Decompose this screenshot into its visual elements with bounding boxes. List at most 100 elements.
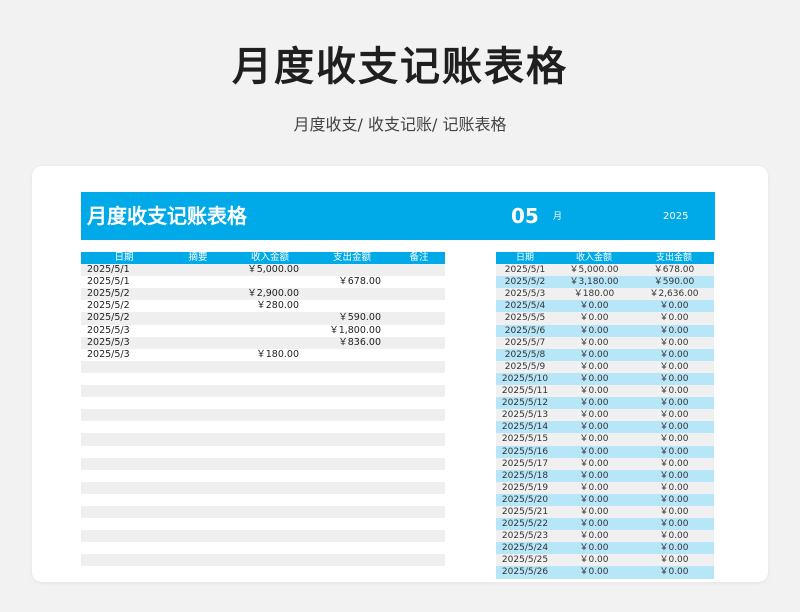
- summary-cell-expense[interactable]: ￥2,636.00: [634, 288, 714, 300]
- summary-row[interactable]: 2025/5/3 ￥180.00 ￥2,636.00: [496, 288, 714, 301]
- ledger-cell-date[interactable]: 2025/5/3: [81, 325, 167, 337]
- summary-cell-expense[interactable]: ￥0.00: [634, 385, 714, 397]
- summary-cell-expense[interactable]: ￥0.00: [634, 506, 714, 518]
- ledger-cell-expense[interactable]: [311, 397, 393, 409]
- summary-cell-date[interactable]: 2025/5/8: [496, 349, 554, 361]
- ledger-cell-summary[interactable]: [167, 470, 229, 482]
- summary-cell-date[interactable]: 2025/5/14: [496, 421, 554, 433]
- ledger-cell-date[interactable]: 2025/5/2: [81, 288, 167, 300]
- ledger-row[interactable]: 2025/5/1 ￥678.00: [81, 276, 445, 289]
- summary-cell-date[interactable]: 2025/5/4: [496, 300, 554, 312]
- ledger-cell-income[interactable]: [229, 518, 311, 530]
- ledger-cell-note[interactable]: [393, 554, 445, 566]
- ledger-cell-date[interactable]: [81, 470, 167, 482]
- summary-row[interactable]: 2025/5/5 ￥0.00 ￥0.00: [496, 312, 714, 325]
- summary-cell-income[interactable]: ￥0.00: [554, 312, 634, 324]
- ledger-cell-note[interactable]: [393, 566, 445, 578]
- ledger-cell-summary[interactable]: [167, 300, 229, 312]
- ledger-cell-summary[interactable]: [167, 264, 229, 276]
- summary-row[interactable]: 2025/5/12 ￥0.00 ￥0.00: [496, 397, 714, 410]
- ledger-cell-summary[interactable]: [167, 337, 229, 349]
- summary-cell-expense[interactable]: ￥0.00: [634, 312, 714, 324]
- summary-cell-date[interactable]: 2025/5/15: [496, 433, 554, 445]
- ledger-cell-income[interactable]: [229, 397, 311, 409]
- summary-row[interactable]: 2025/5/7 ￥0.00 ￥0.00: [496, 336, 714, 349]
- ledger-cell-summary[interactable]: [167, 433, 229, 445]
- summary-cell-income[interactable]: ￥0.00: [554, 470, 634, 482]
- ledger-cell-summary[interactable]: [167, 312, 229, 324]
- ledger-cell-note[interactable]: [393, 506, 445, 518]
- ledger-cell-date[interactable]: 2025/5/3: [81, 349, 167, 361]
- ledger-cell-expense[interactable]: [311, 482, 393, 494]
- ledger-cell-note[interactable]: [393, 385, 445, 397]
- summary-cell-expense[interactable]: ￥0.00: [634, 409, 714, 421]
- ledger-cell-summary[interactable]: [167, 458, 229, 470]
- ledger-row[interactable]: 2025/5/3 ￥1,800.00: [81, 324, 445, 337]
- summary-cell-date[interactable]: 2025/5/1: [496, 264, 554, 276]
- ledger-row[interactable]: [81, 457, 445, 470]
- summary-cell-expense[interactable]: ￥0.00: [634, 397, 714, 409]
- ledger-row[interactable]: [81, 445, 445, 458]
- ledger-cell-note[interactable]: [393, 482, 445, 494]
- ledger-cell-date[interactable]: [81, 554, 167, 566]
- ledger-cell-income[interactable]: ￥280.00: [229, 300, 311, 312]
- ledger-cell-date[interactable]: [81, 446, 167, 458]
- summary-row[interactable]: 2025/5/11 ￥0.00 ￥0.00: [496, 385, 714, 398]
- ledger-cell-date[interactable]: [81, 494, 167, 506]
- summary-cell-date[interactable]: 2025/5/21: [496, 506, 554, 518]
- summary-cell-date[interactable]: 2025/5/17: [496, 458, 554, 470]
- ledger-cell-income[interactable]: ￥180.00: [229, 349, 311, 361]
- ledger-cell-summary[interactable]: [167, 361, 229, 373]
- ledger-cell-income[interactable]: [229, 373, 311, 385]
- ledger-cell-income[interactable]: [229, 542, 311, 554]
- summary-cell-expense[interactable]: ￥0.00: [634, 530, 714, 542]
- summary-cell-expense[interactable]: ￥0.00: [634, 446, 714, 458]
- ledger-cell-expense[interactable]: [311, 494, 393, 506]
- summary-cell-income[interactable]: ￥0.00: [554, 530, 634, 542]
- ledger-cell-income[interactable]: [229, 446, 311, 458]
- summary-cell-income[interactable]: ￥0.00: [554, 325, 634, 337]
- summary-row[interactable]: 2025/5/18 ￥0.00 ￥0.00: [496, 469, 714, 482]
- ledger-cell-expense[interactable]: [311, 470, 393, 482]
- ledger-cell-summary[interactable]: [167, 288, 229, 300]
- ledger-row[interactable]: [81, 385, 445, 398]
- ledger-cell-expense[interactable]: [311, 554, 393, 566]
- summary-cell-income[interactable]: ￥180.00: [554, 288, 634, 300]
- ledger-cell-income[interactable]: [229, 361, 311, 373]
- ledger-row[interactable]: [81, 505, 445, 519]
- summary-cell-income[interactable]: ￥0.00: [554, 409, 634, 421]
- ledger-cell-note[interactable]: [393, 494, 445, 506]
- ledger-cell-income[interactable]: [229, 470, 311, 482]
- ledger-cell-expense[interactable]: [311, 300, 393, 312]
- summary-row[interactable]: 2025/5/16 ￥0.00 ￥0.00: [496, 445, 714, 458]
- summary-cell-date[interactable]: 2025/5/3: [496, 288, 554, 300]
- ledger-cell-summary[interactable]: [167, 409, 229, 421]
- ledger-cell-date[interactable]: [81, 409, 167, 421]
- ledger-cell-expense[interactable]: ￥590.00: [311, 312, 393, 324]
- summary-cell-date[interactable]: 2025/5/6: [496, 325, 554, 337]
- summary-cell-income[interactable]: ￥0.00: [554, 494, 634, 506]
- ledger-row[interactable]: 2025/5/2 ￥590.00: [81, 312, 445, 325]
- ledger-cell-summary[interactable]: [167, 421, 229, 433]
- ledger-row[interactable]: 2025/5/2 ￥2,900.00: [81, 288, 445, 301]
- summary-cell-date[interactable]: 2025/5/9: [496, 361, 554, 373]
- ledger-cell-income[interactable]: [229, 494, 311, 506]
- summary-cell-income[interactable]: ￥5,000.00: [554, 264, 634, 276]
- ledger-cell-expense[interactable]: [311, 446, 393, 458]
- ledger-row[interactable]: [81, 397, 445, 410]
- ledger-cell-summary[interactable]: [167, 325, 229, 337]
- ledger-cell-income[interactable]: [229, 530, 311, 542]
- summary-cell-income[interactable]: ￥0.00: [554, 361, 634, 373]
- ledger-cell-income[interactable]: ￥5,000.00: [229, 264, 311, 276]
- summary-row[interactable]: 2025/5/17 ￥0.00 ￥0.00: [496, 457, 714, 470]
- ledger-cell-income[interactable]: [229, 276, 311, 288]
- ledger-cell-date[interactable]: 2025/5/1: [81, 264, 167, 276]
- ledger-cell-expense[interactable]: [311, 421, 393, 433]
- summary-cell-expense[interactable]: ￥0.00: [634, 554, 714, 566]
- ledger-cell-summary[interactable]: [167, 385, 229, 397]
- ledger-cell-income[interactable]: [229, 458, 311, 470]
- summary-cell-expense[interactable]: ￥0.00: [634, 494, 714, 506]
- ledger-cell-note[interactable]: [393, 325, 445, 337]
- ledger-cell-note[interactable]: [393, 264, 445, 276]
- summary-cell-date[interactable]: 2025/5/22: [496, 518, 554, 530]
